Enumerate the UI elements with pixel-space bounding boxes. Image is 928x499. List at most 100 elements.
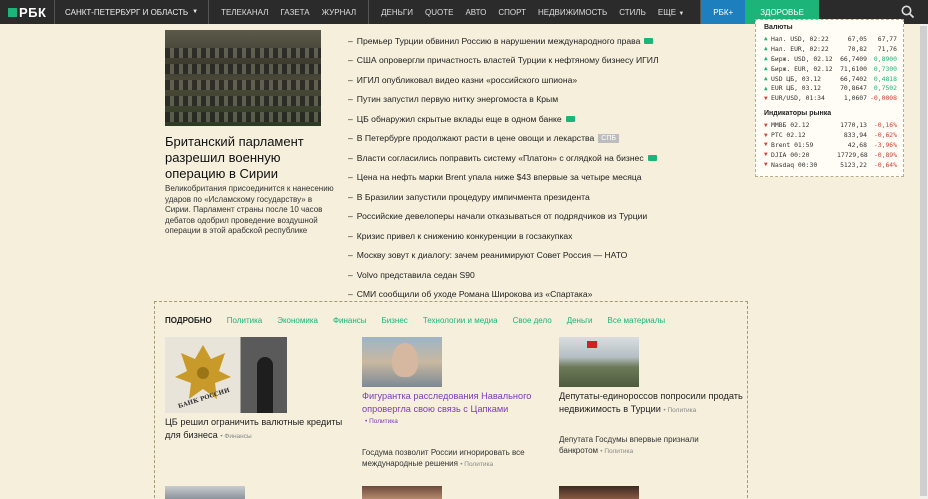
- card1-title[interactable]: ЦБ решил ограничить валютные кредиты для…: [165, 416, 355, 443]
- news-item[interactable]: – Цена на нефть марки Brent упала ниже $4…: [348, 168, 688, 188]
- indicator-row[interactable]: ▼ DJIA 00:20 17729,68 -0,89%: [764, 150, 897, 160]
- scrollbar-thumb[interactable]: [920, 26, 927, 496]
- chevron-down-icon: ▼: [192, 9, 199, 15]
- up-arrow-icon: ▲: [764, 84, 768, 92]
- currency-row[interactable]: ▲ Бирж. EUR, 02.12 71,6100 0,7300: [764, 64, 897, 74]
- news-item[interactable]: – Кризис привел к снижению конкуренции в …: [348, 226, 688, 246]
- news-item[interactable]: – В Бразилии запустили процедуру импичмен…: [348, 187, 688, 207]
- lead-news-image[interactable]: [165, 30, 321, 126]
- card2-image[interactable]: [362, 337, 442, 387]
- up-arrow-icon: ▲: [764, 55, 768, 63]
- nav-item-auto[interactable]: АВТО: [459, 8, 492, 17]
- category-tabs: ПОДРОБНО Политика Экономика Финансы Бизн…: [165, 316, 680, 325]
- card3-title[interactable]: Депутаты-единороссов попросили продать н…: [559, 390, 749, 417]
- vertical-scrollbar[interactable]: [919, 24, 928, 498]
- search-icon[interactable]: [900, 4, 916, 20]
- news-item[interactable]: – Власти согласились поправить систему «П…: [348, 148, 688, 168]
- region-selector[interactable]: САНКТ-ПЕТЕРБУРГ И ОБЛАСТЬ ▼: [54, 0, 210, 24]
- tab-own-business[interactable]: Свое дело: [513, 316, 552, 325]
- tab-finance[interactable]: Финансы: [333, 316, 367, 325]
- flag-icon: [587, 341, 597, 348]
- chevron-down-icon: ▼: [678, 10, 685, 17]
- card2-category[interactable]: • Политика: [365, 418, 398, 425]
- tab-economy[interactable]: Экономика: [277, 316, 318, 325]
- news-item[interactable]: – Премьер Турции обвинил Россию в нарушен…: [348, 31, 688, 51]
- down-arrow-icon: ▼: [764, 94, 768, 102]
- news-item[interactable]: – Москву зовут к диалогу: зачем реанимиру…: [348, 246, 688, 266]
- rbk-plus-button[interactable]: РБК+: [701, 0, 746, 24]
- detail-section: ПОДРОБНО Политика Экономика Финансы Бизн…: [154, 301, 749, 499]
- up-arrow-icon: ▲: [764, 35, 768, 43]
- nav-item-magazine[interactable]: ЖУРНАЛ: [316, 8, 363, 17]
- video-camera-icon: [647, 154, 657, 161]
- card6-image[interactable]: [559, 486, 639, 499]
- nav-item-newspaper[interactable]: ГАЗЕТА: [274, 8, 315, 17]
- currencies-heading: Валюты: [764, 24, 793, 31]
- card2-subnews[interactable]: Госдума позволит России игнорировать все…: [362, 447, 547, 470]
- lead-news-description: Великобритания присоединится к нанесению…: [165, 184, 334, 236]
- down-arrow-icon: ▼: [764, 141, 768, 149]
- indicators-heading: Индикаторы рынка: [764, 110, 832, 118]
- down-arrow-icon: ▼: [764, 121, 768, 129]
- indicator-row[interactable]: ▼ Nasdaq 00:30 5123,22 -0,64%: [764, 160, 897, 170]
- media-nav-group: ТЕЛЕКАНАЛ ГАЗЕТА ЖУРНАЛ: [209, 0, 370, 24]
- indicator-row[interactable]: ▼ ММВБ 02.12 1770,13 -0,16%: [764, 120, 897, 130]
- spb-tag[interactable]: СПБ: [598, 133, 619, 143]
- down-arrow-icon: ▼: [764, 131, 768, 139]
- news-item[interactable]: – США опровергли причастность властей Тур…: [348, 51, 688, 71]
- card2-title[interactable]: Фигурантка расследования Навального опро…: [362, 390, 562, 415]
- currency-row[interactable]: ▲ Бирж. USD, 02.12 66,7409 0,8900: [764, 54, 897, 64]
- nav-item-money[interactable]: ДЕНЬГИ: [375, 8, 419, 17]
- nav-item-sport[interactable]: СПОРТ: [492, 8, 532, 17]
- nav-item-realty[interactable]: НЕДВИЖИМОСТЬ: [532, 8, 613, 17]
- person-silhouette: [257, 357, 273, 413]
- indicator-row[interactable]: ▼ РТС 02.12 833,94 -0,62%: [764, 130, 897, 140]
- tab-all-materials[interactable]: Все материалы: [608, 316, 666, 325]
- currency-row[interactable]: ▼ EUR/USD, 01:34 1,0607 -0,0008: [764, 93, 897, 103]
- video-camera-icon: [565, 115, 575, 122]
- card3-image[interactable]: [559, 337, 639, 387]
- currency-row[interactable]: ▲ USD ЦБ, 03.12 66,7402 0,4818: [764, 74, 897, 84]
- indicator-row[interactable]: ▼ Brent 01:59 42,68 -3,96%: [764, 140, 897, 150]
- video-camera-icon: [644, 37, 654, 44]
- logo-square-icon: [8, 7, 17, 17]
- down-arrow-icon: ▼: [764, 151, 768, 159]
- up-arrow-icon: ▲: [764, 65, 768, 73]
- tab-tech-media[interactable]: Технологии и медиа: [423, 316, 498, 325]
- nav-item-style[interactable]: СТИЛЬ: [613, 8, 652, 17]
- nav-item-tv[interactable]: ТЕЛЕКАНАЛ: [215, 8, 274, 17]
- news-item[interactable]: – Российские девелоперы начали отказывать…: [348, 207, 688, 227]
- image-detail: [165, 48, 321, 58]
- news-item[interactable]: – ЦБ обнаружил скрытые вклады еще в одном…: [348, 109, 688, 129]
- card1-image[interactable]: БАНК РОССИИ: [165, 337, 287, 413]
- currency-row[interactable]: ▲ Нал. USD, 02:22 67,05 67,77: [764, 34, 897, 44]
- image-detail: [165, 64, 321, 74]
- face-silhouette: [392, 343, 418, 377]
- up-arrow-icon: ▲: [764, 75, 768, 82]
- nav-item-quote[interactable]: QUOTE: [419, 8, 459, 17]
- tab-money[interactable]: Деньги: [567, 316, 593, 325]
- image-detail: [165, 112, 321, 122]
- card4-image[interactable]: [165, 486, 245, 499]
- currency-row[interactable]: ▲ EUR ЦБ, 03.12 70,8647 0,7502: [764, 83, 897, 93]
- tab-detail[interactable]: ПОДРОБНО: [165, 316, 212, 325]
- card5-image[interactable]: [362, 486, 442, 499]
- tab-business[interactable]: Бизнес: [382, 316, 408, 325]
- currency-row[interactable]: ▲ Нал. EUR, 02:22 70,82 71,76: [764, 44, 897, 54]
- card3-subnews[interactable]: Депутата Госдумы впервые признали банкро…: [559, 434, 719, 457]
- down-arrow-icon: ▼: [764, 161, 768, 169]
- news-feed-list: – Премьер Турции обвинил Россию в нарушен…: [348, 31, 688, 304]
- rbc-logo[interactable]: РБК: [0, 0, 54, 24]
- up-arrow-icon: ▲: [764, 45, 768, 53]
- quotes-widget: Валюты ▲ Нал. USD, 02:22 67,05 67,77 ▲ Нал. …: [755, 19, 904, 177]
- news-item[interactable]: – В Петербурге продолжают расти в цене ов…: [348, 129, 688, 149]
- image-detail: [165, 96, 321, 106]
- image-detail: [165, 80, 321, 90]
- news-item[interactable]: – Volvo представила седан S90: [348, 265, 688, 285]
- lead-news-title[interactable]: Британский парламент разрешил военную оп…: [165, 134, 325, 182]
- tab-politics[interactable]: Политика: [227, 316, 262, 325]
- section-nav-group: ДЕНЬГИ QUOTE АВТО СПОРТ НЕДВИЖИМОСТЬ СТИ…: [369, 0, 702, 24]
- news-item[interactable]: – ИГИЛ опубликовал видео казни «российско…: [348, 70, 688, 90]
- news-item[interactable]: – Путин запустил первую нитку энергомоста…: [348, 90, 688, 110]
- nav-item-more[interactable]: ЕЩЕ ▼: [652, 8, 690, 17]
